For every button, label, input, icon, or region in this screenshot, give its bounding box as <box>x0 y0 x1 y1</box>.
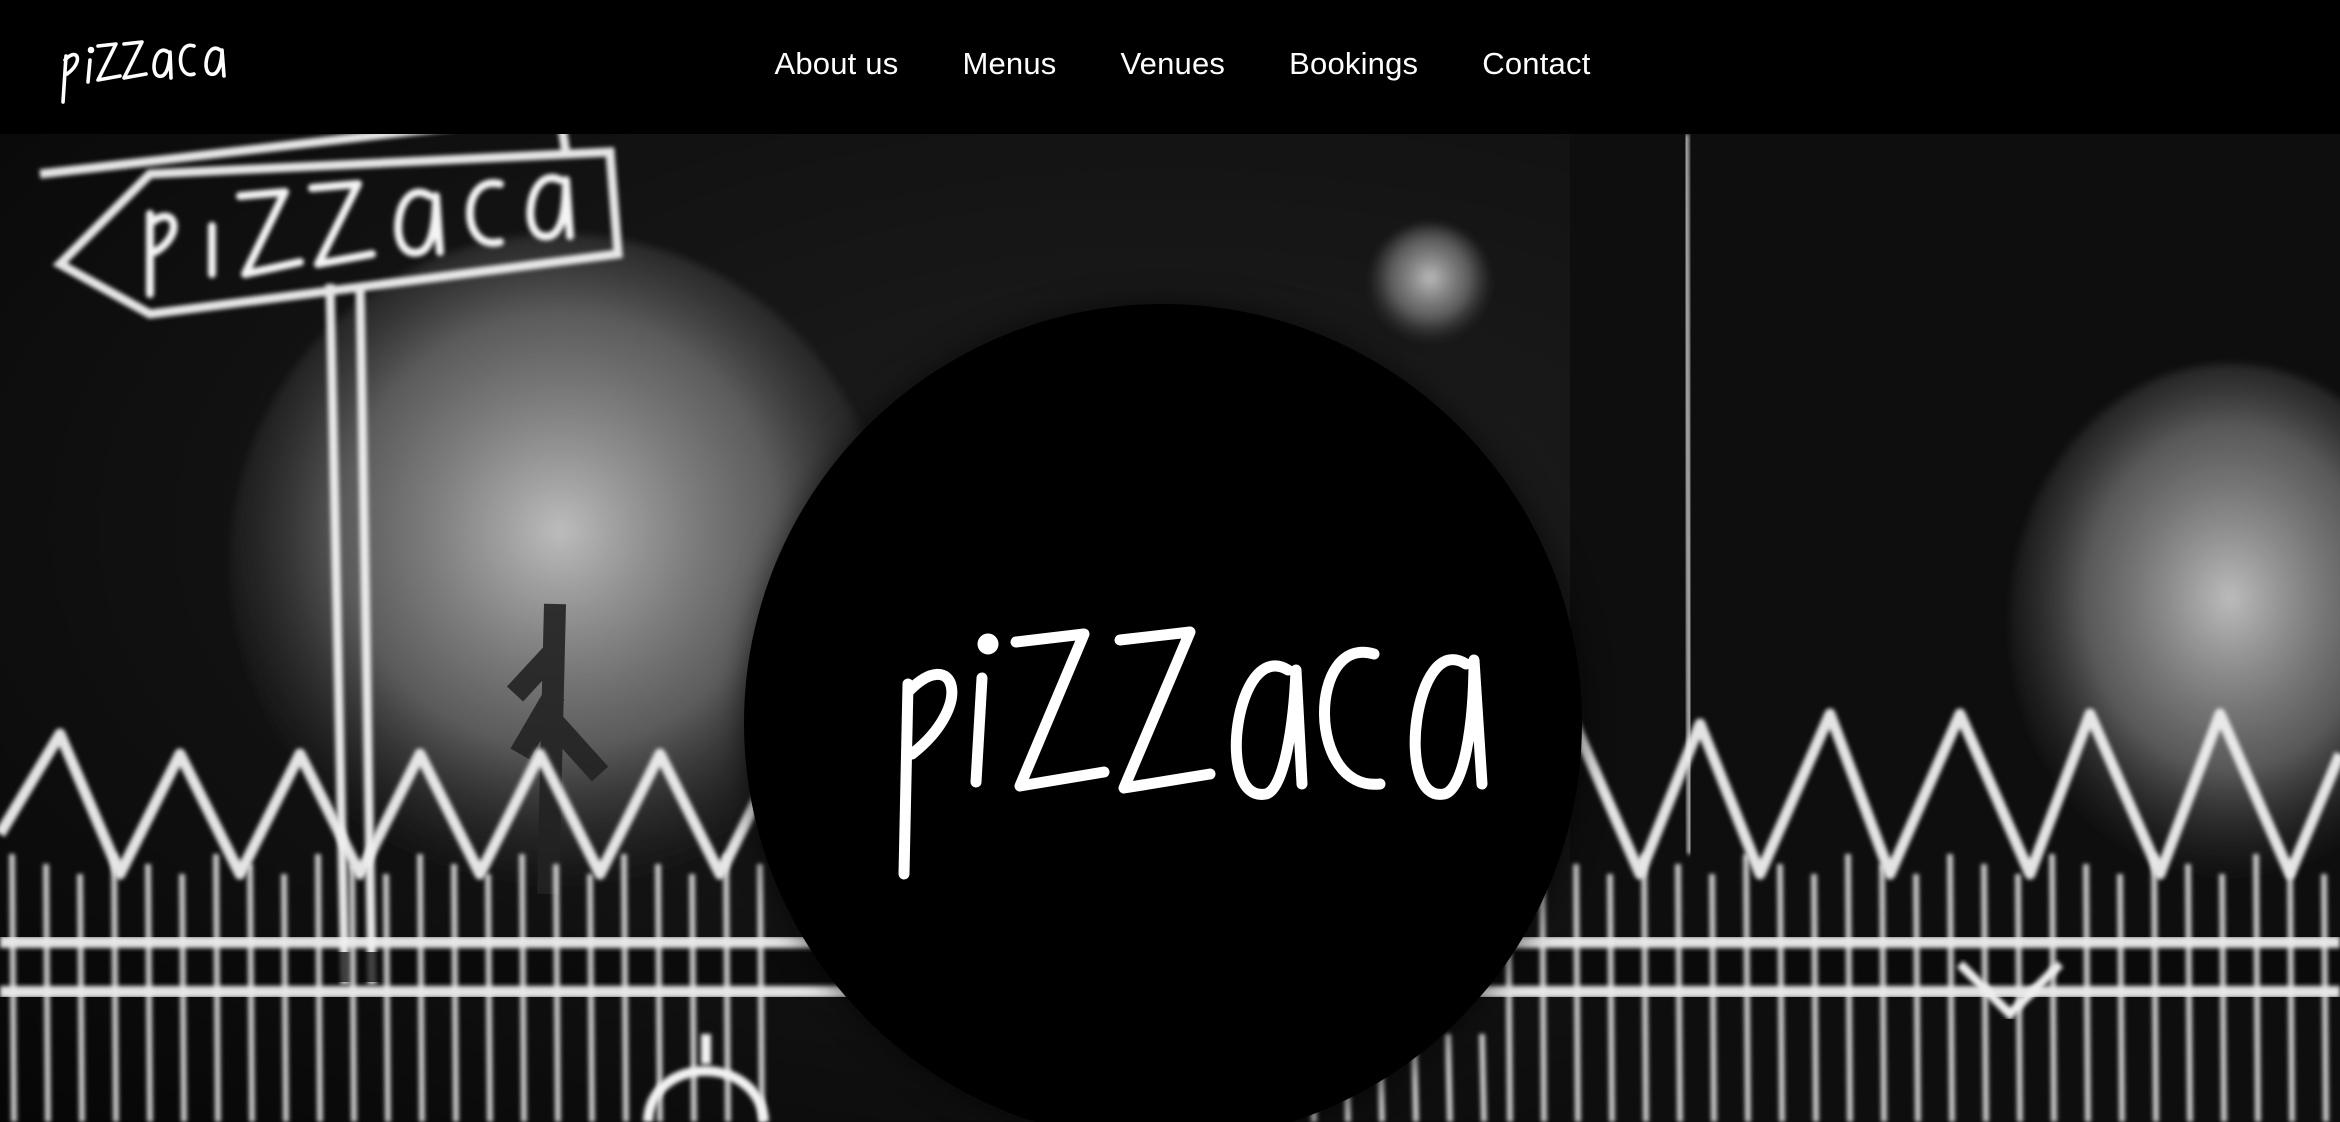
fence-picket <box>723 853 731 1122</box>
nav-link-menus[interactable]: Menus <box>962 46 1056 82</box>
top-navigation-bar: About us Menus Venues Bookings Contact <box>0 0 2340 134</box>
fence-picket <box>2185 863 2193 1122</box>
fence-picket <box>383 873 391 1122</box>
fence-picket <box>43 863 51 1122</box>
fence-picket <box>1709 873 1717 1122</box>
fence-picket <box>2083 863 2091 1122</box>
fence-picket <box>77 873 85 1122</box>
nav-link-contact[interactable]: Contact <box>1482 46 1590 82</box>
fence-picket <box>1743 853 1751 1122</box>
fence-picket <box>1777 863 1785 1122</box>
fence-picket <box>2049 853 2057 1122</box>
fence-picket <box>247 863 255 1122</box>
fence-picket <box>315 853 323 1122</box>
main-nav: About us Menus Venues Bookings Contact <box>0 0 2340 128</box>
fence-picket <box>1845 853 1853 1122</box>
nav-link-about-us[interactable]: About us <box>774 46 898 82</box>
nav-link-bookings[interactable]: Bookings <box>1289 46 1418 82</box>
center-logo-badge <box>744 304 1582 1122</box>
fence-picket <box>587 873 595 1122</box>
fence-picket <box>1641 853 1649 1122</box>
fence-picket <box>2321 873 2329 1122</box>
fence-picket <box>2219 873 2227 1122</box>
fence-picket <box>1675 863 1683 1122</box>
nav-link-venues[interactable]: Venues <box>1120 46 1225 82</box>
fence-picket <box>349 863 357 1122</box>
pizzaca-center-logo-icon <box>898 626 1488 880</box>
fence-picket <box>179 873 187 1122</box>
fence-picket <box>621 853 629 1122</box>
fence-picket <box>2151 853 2159 1122</box>
fence-picket <box>2253 853 2261 1122</box>
fence-picket <box>1811 873 1819 1122</box>
fence-picket <box>281 873 289 1122</box>
fence-picket <box>2287 863 2295 1122</box>
fence-picket <box>519 853 527 1122</box>
hero-banner <box>0 134 2340 1122</box>
fence-picket <box>1879 863 1887 1122</box>
fence-picket <box>111 853 119 1122</box>
fence-picket <box>1607 873 1615 1122</box>
fence-picket <box>145 863 153 1122</box>
fence-picket <box>9 853 17 1122</box>
fence-picket <box>417 853 425 1122</box>
fence-picket <box>213 853 221 1122</box>
fence-picket <box>485 873 493 1122</box>
fence-picket <box>553 863 561 1122</box>
fence-picket <box>1947 853 1955 1122</box>
fence-picket <box>1913 873 1921 1122</box>
fence-picket <box>689 873 697 1122</box>
fence-picket <box>451 863 459 1122</box>
fence-picket <box>2117 873 2125 1122</box>
